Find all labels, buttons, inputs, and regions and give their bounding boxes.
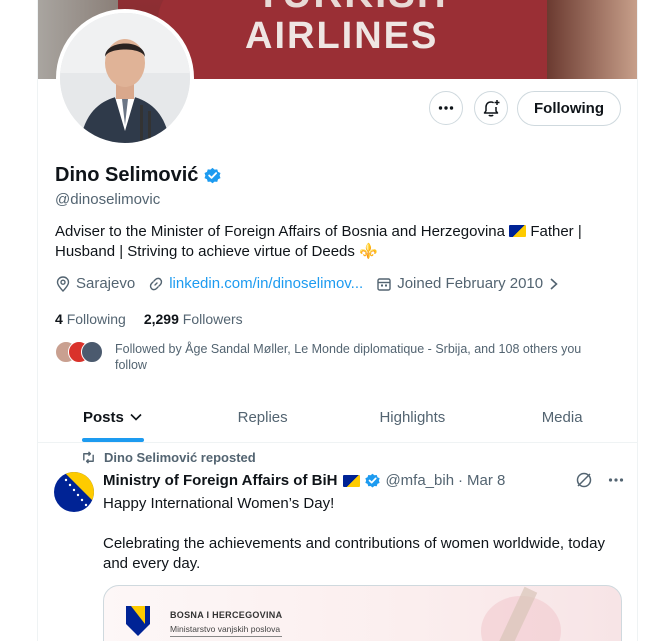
tab-replies[interactable]: Replies bbox=[188, 392, 338, 442]
bosnia-flag-icon bbox=[343, 474, 361, 487]
grok-icon[interactable] bbox=[575, 471, 593, 489]
follow-stats: 4 Following 2,299 Followers bbox=[55, 311, 243, 327]
profile-tabs: Posts Replies Highlights Media bbox=[38, 392, 637, 443]
media-title: BOSNA I HERCEGOVINA bbox=[170, 610, 283, 620]
website-link[interactable]: linkedin.com/in/dinoselimov... bbox=[169, 275, 363, 292]
more-icon bbox=[438, 106, 454, 110]
verified-badge-icon[interactable] bbox=[203, 166, 222, 185]
tweet-text-line-2: Celebrating the achievements and contrib… bbox=[103, 535, 605, 572]
bio-text-1: Adviser to the Minister of Foreign Affai… bbox=[55, 223, 505, 240]
more-icon[interactable] bbox=[607, 471, 625, 489]
location-text: Sarajevo bbox=[76, 275, 136, 292]
avatar bbox=[81, 341, 103, 363]
tweet-author-handle[interactable]: @mfa_bih bbox=[385, 472, 454, 489]
repost-icon bbox=[83, 451, 94, 464]
calendar-icon bbox=[377, 277, 391, 291]
repost-label[interactable]: Dino Selimović reposted bbox=[104, 450, 256, 465]
profile-meta: Sarajevo linkedin.com/in/dinoselimov... … bbox=[55, 275, 573, 292]
repost-indicator: Dino Selimović reposted bbox=[81, 450, 256, 465]
tab-highlights[interactable]: Highlights bbox=[338, 392, 488, 442]
profile-name: Dino Selimović bbox=[55, 164, 222, 187]
followed-by-text: Followed by Åge Sandal Møller, Le Monde … bbox=[115, 342, 582, 372]
notifications-button[interactable] bbox=[474, 91, 508, 125]
profile-bio: Adviser to the Minister of Foreign Affai… bbox=[55, 222, 615, 262]
profile-column: TURKISH AIRLINES Following D bbox=[37, 0, 638, 641]
tweet-media[interactable]: BOSNA I HERCEGOVINA Ministarstvo vanjski… bbox=[103, 585, 622, 641]
tweet-actions bbox=[575, 471, 625, 489]
followed-by[interactable]: Followed by Åge Sandal Møller, Le Monde … bbox=[55, 341, 615, 373]
tab-posts[interactable]: Posts bbox=[38, 392, 188, 442]
follower-avatars bbox=[55, 341, 111, 363]
more-options-button[interactable] bbox=[429, 91, 463, 125]
verified-badge-icon[interactable] bbox=[364, 472, 381, 489]
profile-avatar[interactable] bbox=[56, 9, 194, 147]
joined-date: Joined February 2010 bbox=[397, 275, 544, 292]
followers-count[interactable]: 2,299 Followers bbox=[144, 311, 243, 327]
display-name: Dino Selimović bbox=[55, 164, 199, 186]
tweet-author-name[interactable]: Ministry of Foreign Affairs of BiH bbox=[103, 472, 337, 489]
chevron-down-icon bbox=[130, 413, 142, 421]
link-icon bbox=[150, 277, 163, 290]
tab-media[interactable]: Media bbox=[487, 392, 637, 442]
following-count[interactable]: 4 Following bbox=[55, 311, 126, 327]
tweet-separator: · bbox=[458, 472, 464, 489]
bosnia-flag-icon bbox=[509, 225, 527, 237]
tweet-header: Ministry of Foreign Affairs of BiH @mfa_… bbox=[103, 472, 505, 489]
tweet-text-line-1: Happy International Women’s Day! bbox=[103, 495, 335, 512]
profile-handle: @dinoselimovic bbox=[55, 191, 161, 208]
bell-plus-icon bbox=[483, 100, 500, 117]
tweet-date[interactable]: Mar 8 bbox=[467, 472, 505, 489]
active-tab-indicator bbox=[81, 438, 144, 442]
media-subtitle: Ministarstvo vanjskih poslova bbox=[170, 624, 281, 634]
fleur-de-lis-emoji: ⚜️ bbox=[359, 243, 378, 260]
following-button[interactable]: Following bbox=[517, 91, 621, 126]
location-icon bbox=[56, 275, 70, 292]
tweet-author-avatar[interactable] bbox=[54, 472, 94, 512]
tweet-text: Happy International Women’s Day! Celebra… bbox=[103, 494, 618, 574]
chevron-right-icon[interactable] bbox=[548, 276, 560, 292]
banner-text: AIRLINES bbox=[245, 15, 439, 57]
